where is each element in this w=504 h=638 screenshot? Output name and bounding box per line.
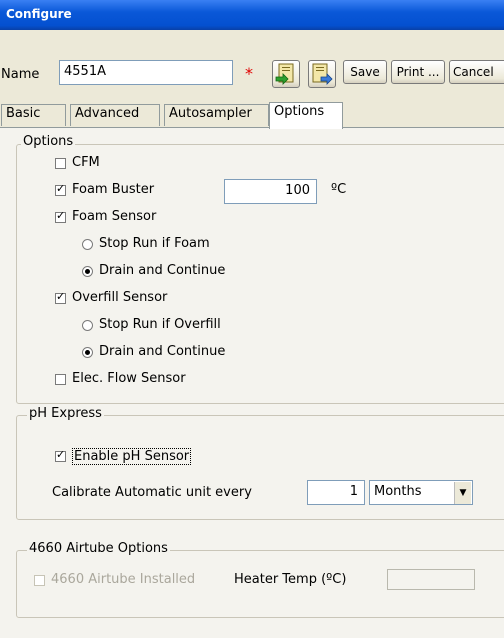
calibrate-interval-value: 1 [349,484,358,499]
foam-buster-checkbox[interactable] [55,182,66,196]
name-label: Name [1,67,40,82]
options-legend: Options [21,134,76,149]
export-button[interactable] [308,60,336,88]
overfill-sensor-label: Overfill Sensor [72,290,168,305]
cfm-label: CFM [72,155,100,170]
export-document-icon [309,63,335,91]
foam-stop-run-radio[interactable] [82,239,93,250]
foam-drain-continue-radio[interactable] [82,266,93,277]
import-button[interactable] [272,60,300,88]
tab-basic[interactable]: Basic [1,104,66,126]
overfill-drain-continue-label: Drain and Continue [99,344,226,359]
save-button[interactable]: Save [343,60,387,84]
airtube-installed-checkbox[interactable] [34,575,45,586]
calibrate-unit-value: Months [374,484,422,499]
overfill-sensor-checkbox[interactable] [55,290,66,304]
cancel-button[interactable]: Cancel [449,60,504,84]
tab-autosampler[interactable]: Autosampler [164,104,269,126]
configure-window: Configure Name 4551A * Save Print ... Ca… [0,0,504,638]
window-title: Configure [6,7,72,21]
calibrate-unit-select[interactable]: Months ▼ [369,480,473,505]
chevron-down-icon: ▼ [454,482,471,504]
calibrate-label: Calibrate Automatic unit every [52,485,252,500]
cfm-checkbox[interactable] [55,158,66,169]
elec-flow-sensor-checkbox[interactable] [55,374,66,385]
tab-strip: Basic Advanced Autosampler Options [0,102,504,129]
foam-buster-temp-input[interactable]: 100 [224,179,317,204]
ph-express-legend: pH Express [27,406,104,421]
calibrate-interval-input[interactable]: 1 [307,480,365,505]
print-button[interactable]: Print ... [391,60,445,84]
options-tab-panel: Options CFM Foam Buster 100 ºC Foam Sens… [0,127,504,638]
airtube-installed-label: 4660 Airtube Installed [51,572,196,587]
heater-temp-label: Heater Temp (ºC) [234,572,347,587]
foam-drain-continue-label: Drain and Continue [99,263,226,278]
tab-advanced[interactable]: Advanced [70,104,160,126]
elec-flow-sensor-label: Elec. Flow Sensor [72,371,186,386]
title-bar[interactable]: Configure [0,0,504,30]
foam-buster-label: Foam Buster [72,182,155,197]
name-input[interactable]: 4551A [59,60,233,85]
airtube-legend: 4660 Airtube Options [27,541,170,556]
overfill-drain-continue-radio[interactable] [82,347,93,358]
tab-options[interactable]: Options [269,102,343,129]
foam-stop-run-label: Stop Run if Foam [99,236,210,251]
foam-buster-unit: ºC [331,182,347,197]
enable-ph-sensor-label: Enable pH Sensor [72,448,192,465]
foam-sensor-label: Foam Sensor [72,209,157,224]
foam-buster-temp-value: 100 [285,183,310,198]
name-input-value: 4551A [64,64,106,79]
enable-ph-sensor-checkbox[interactable] [55,448,66,462]
overfill-stop-run-radio[interactable] [82,320,93,331]
import-document-icon [273,63,299,91]
overfill-stop-run-label: Stop Run if Overfill [99,317,221,332]
required-marker: * [245,64,253,83]
heater-temp-input[interactable] [387,569,475,590]
foam-sensor-checkbox[interactable] [55,209,66,223]
